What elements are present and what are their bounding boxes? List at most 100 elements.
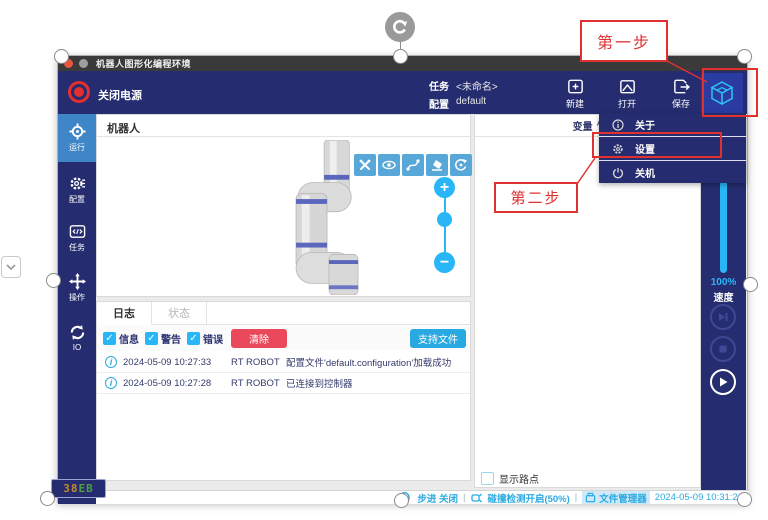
robot-tools-button[interactable] [354, 154, 376, 176]
log-time: 2024-05-09 10:27:33 [123, 357, 231, 368]
selection-handle-top-right[interactable] [737, 49, 752, 64]
sidebar-item-config[interactable]: 配置 [58, 166, 96, 214]
task-value: <未命名> [456, 78, 498, 93]
eraser-icon [430, 158, 444, 172]
collision-status[interactable]: 碰撞检测开启(50%) [487, 491, 569, 505]
checkbox-warning[interactable]: ✓ [145, 332, 158, 345]
open-button-label: 打开 [618, 97, 636, 110]
rotate-icon [391, 18, 409, 36]
speed-label: 速度 [701, 289, 746, 304]
robot-eraser-button[interactable] [426, 154, 448, 176]
file-manager-button[interactable]: 文件管理器 [582, 491, 650, 504]
support-file-button[interactable]: 支持文件 [410, 329, 466, 348]
play-icon [717, 376, 729, 388]
power-off-label[interactable]: 关闭电源 [98, 87, 142, 103]
file-manager-label: 文件管理器 [599, 491, 647, 505]
status-bar: 步进 关闭 | 碰撞检测开启(50%) | 文件管理器 2024-05-09 1… [96, 490, 749, 504]
new-button-label: 新建 [566, 97, 584, 110]
window-minimize-button[interactable] [79, 59, 88, 68]
robot-arm-3d-view[interactable] [232, 140, 362, 295]
annotation-logo-highlight-box [702, 68, 758, 117]
zoom-slider-handle[interactable] [437, 212, 452, 227]
sidebar-item-label: 任务 [69, 242, 85, 253]
selection-handle-bottom-left[interactable] [40, 491, 55, 506]
sidebar-item-label: IO [73, 343, 81, 352]
info-circle-icon: i [105, 377, 117, 389]
annotation-step1-label: 第一步 [580, 20, 668, 62]
badge-part1: 38 [63, 482, 78, 495]
chevron-down-button[interactable] [1, 256, 21, 278]
robot-rotate-view-button[interactable] [450, 154, 472, 176]
speed-slider-track[interactable] [720, 169, 727, 273]
tools-icon [358, 158, 372, 172]
open-file-icon [618, 77, 637, 96]
selection-handle-top-left[interactable] [54, 49, 69, 64]
rotate-handle-icon[interactable] [385, 12, 415, 42]
log-message: 已连接到控制器 [286, 376, 353, 390]
open-button[interactable]: 打开 [602, 73, 652, 113]
step-forward-button[interactable] [710, 304, 736, 330]
eye-icon [382, 158, 396, 172]
stop-icon [718, 344, 728, 354]
sidebar-item-run[interactable]: 运行 [58, 114, 96, 162]
rotate-view-icon [454, 158, 468, 172]
divider [97, 136, 470, 137]
annotation-settings-highlight-box [592, 132, 722, 158]
stop-button[interactable] [710, 336, 736, 362]
info-circle-icon: i [105, 356, 117, 368]
selection-handle-bottom-center[interactable] [394, 493, 409, 508]
path-icon [406, 158, 420, 172]
play-button[interactable] [710, 369, 736, 395]
chevron-down-icon [6, 264, 16, 271]
tab-status[interactable]: 状态 [152, 302, 207, 325]
step-forward-icon [717, 311, 729, 323]
selection-handle-middle-left[interactable] [46, 273, 61, 288]
robot-view-panel: 机器人 [96, 114, 471, 297]
menu-item-label: 关机 [635, 165, 655, 180]
checkbox-info-label: 信息 [119, 331, 139, 346]
sidebar-item-task[interactable]: 任务 [58, 214, 96, 262]
zoom-out-button[interactable]: − [434, 252, 455, 273]
show-waypoints-checkbox[interactable] [481, 472, 494, 485]
power-icon [612, 167, 624, 179]
step-mode-status[interactable]: 步进 关闭 [417, 491, 458, 505]
badge-part2: EB [79, 482, 94, 495]
log-time: 2024-05-09 10:27:28 [123, 378, 231, 389]
tab-log[interactable]: 日志 [97, 302, 152, 325]
sidebar-item-operate[interactable]: 操作 [58, 264, 96, 312]
separator: | [575, 492, 577, 503]
selection-handle-top-center[interactable] [393, 49, 408, 64]
clear-log-button[interactable]: 清除 [231, 329, 287, 348]
left-sidebar: 运行 配置 任务 [58, 114, 96, 504]
new-file-icon [566, 77, 585, 96]
info-icon [612, 119, 624, 131]
save-button[interactable]: 保存 [656, 73, 706, 113]
power-off-icon[interactable] [68, 81, 90, 103]
version-badge: 38EB [51, 479, 106, 498]
status-time: 2024-05-09 10:31:24 [655, 492, 743, 503]
checkbox-warning-label: 警告 [161, 331, 181, 346]
show-waypoints-label: 显示路点 [499, 471, 539, 486]
save-button-label: 保存 [672, 97, 690, 110]
checkbox-error[interactable]: ✓ [187, 332, 200, 345]
new-button[interactable]: 新建 [550, 73, 600, 113]
log-source: RT ROBOT [231, 378, 286, 389]
checkbox-info[interactable]: ✓ [103, 332, 116, 345]
selection-handle-bottom-right[interactable] [737, 492, 752, 507]
move-arrows-icon [69, 273, 86, 290]
show-waypoints-row: 显示路点 [481, 471, 539, 486]
gear-icon [69, 175, 86, 192]
task-label: 任务 [429, 78, 449, 93]
checkbox-error-label: 错误 [203, 331, 223, 346]
menu-item-shutdown[interactable]: 关机 [599, 161, 746, 184]
robot-path-button[interactable] [402, 154, 424, 176]
speed-value: 100% [701, 277, 746, 288]
robot-visibility-button[interactable] [378, 154, 400, 176]
annotation-step2-label: 第二步 [494, 182, 578, 213]
top-toolbar: 关闭电源 任务 <未命名> 配置 default 新建 打开 [58, 71, 747, 114]
selection-handle-middle-right[interactable] [743, 277, 758, 292]
separator: | [463, 492, 465, 503]
zoom-in-button[interactable]: + [434, 177, 455, 198]
log-panel: 日志 状态 ✓ 信息 ✓ 警告 ✓ 错误 清除 支持文件 i 2024-05-0… [96, 301, 471, 481]
sidebar-item-io[interactable]: IO [58, 314, 96, 362]
